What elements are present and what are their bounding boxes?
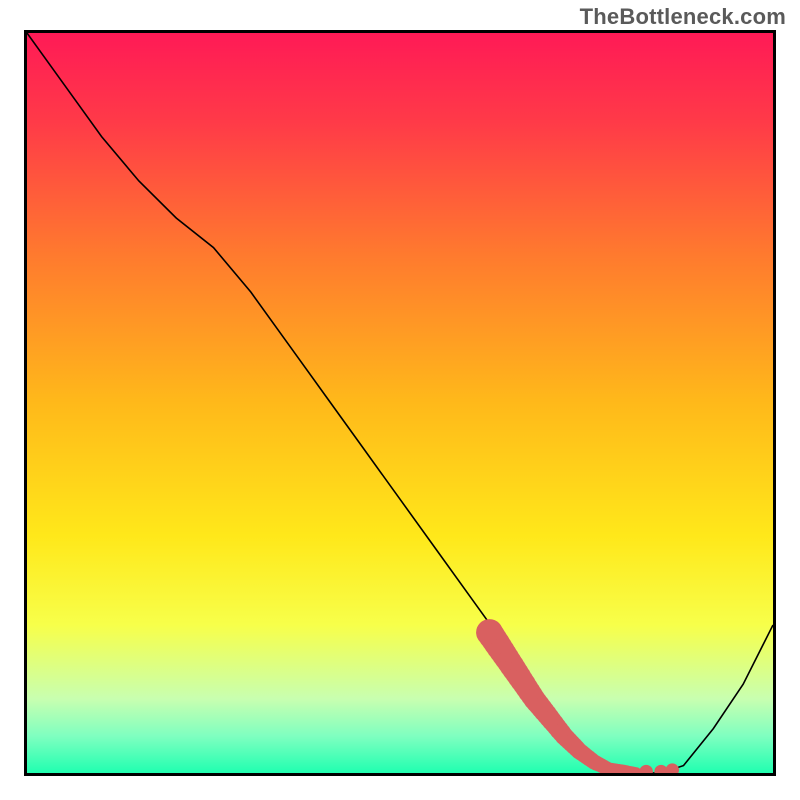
watermark-text: TheBottleneck.com (580, 4, 786, 30)
plot-frame (24, 30, 776, 776)
plot-svg (27, 33, 773, 773)
chart-container: TheBottleneck.com (0, 0, 800, 800)
gradient-background (27, 33, 773, 773)
